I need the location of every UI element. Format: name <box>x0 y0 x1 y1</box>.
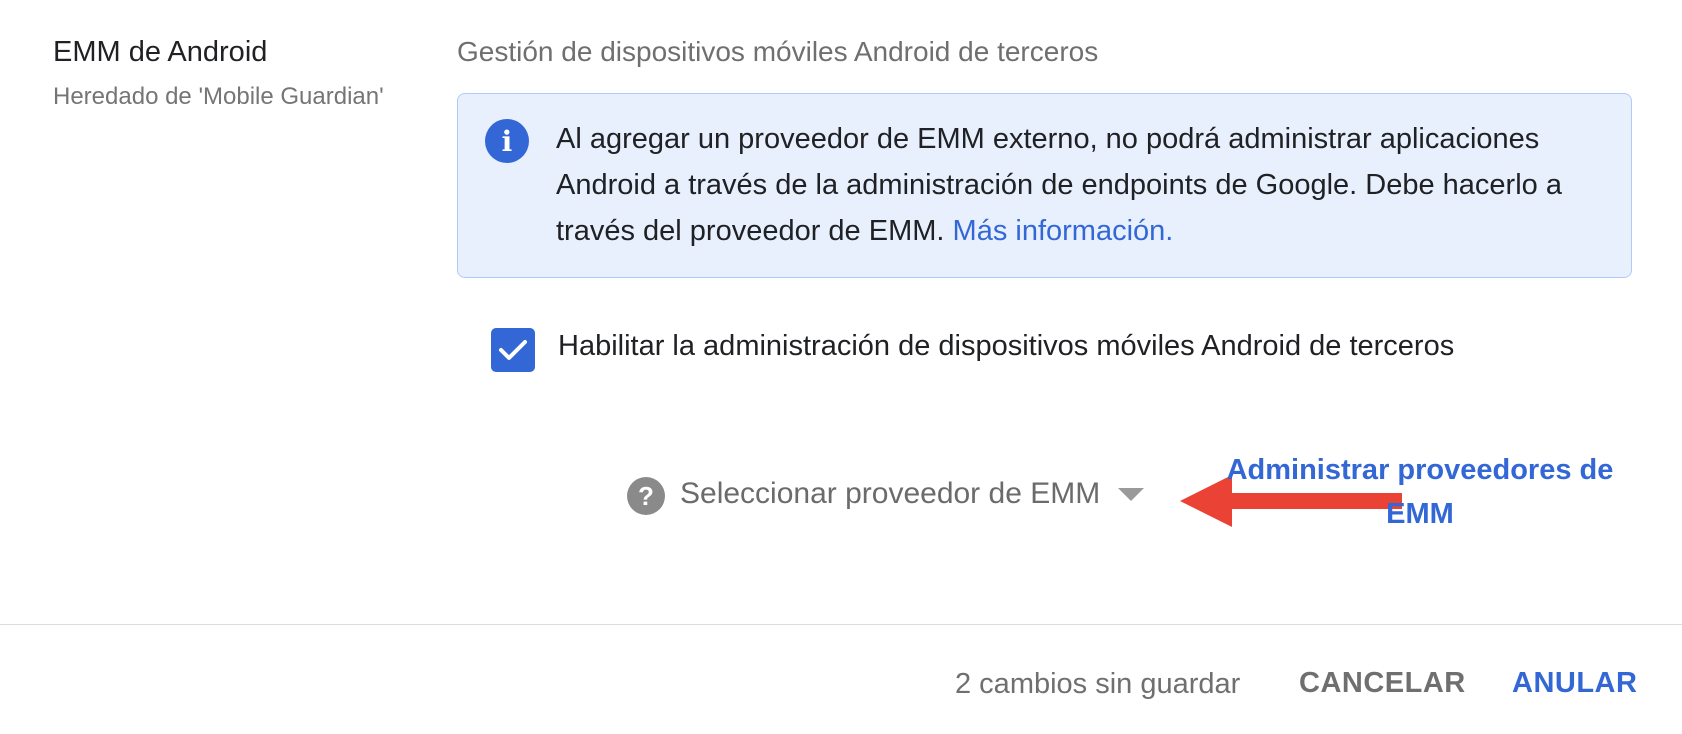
inherited-from-label: Heredado de 'Mobile Guardian' <box>53 83 384 110</box>
checkbox-label: Habilitar la administración de dispositi… <box>558 330 1455 362</box>
enable-third-party-emm-checkbox[interactable] <box>491 328 535 372</box>
dropdown-caret-icon <box>1118 487 1145 501</box>
override-button[interactable]: ANULAR <box>1512 662 1637 704</box>
info-icon: i <box>485 119 529 163</box>
annotation-label: Administrar proveedores de EMM <box>1226 454 1614 530</box>
unsaved-changes-count: 2 cambios sin guardar <box>955 668 1241 700</box>
learn-more-link[interactable]: Más información. <box>953 215 1174 247</box>
info-banner-text: Al agregar un proveedor de EMM externo, … <box>556 116 1611 254</box>
emm-provider-select[interactable]: Seleccionar proveedor de EMM <box>680 472 1145 516</box>
help-icon[interactable]: ? <box>627 477 665 515</box>
cancel-button[interactable]: CANCELAR <box>1299 662 1466 704</box>
footer-divider <box>0 624 1682 625</box>
section-title: EMM de Android <box>53 36 268 68</box>
checkmark-icon <box>499 340 527 360</box>
setting-heading: Gestión de dispositivos móviles Android … <box>457 36 1099 67</box>
emm-provider-select-value: Seleccionar proveedor de EMM <box>680 477 1101 510</box>
